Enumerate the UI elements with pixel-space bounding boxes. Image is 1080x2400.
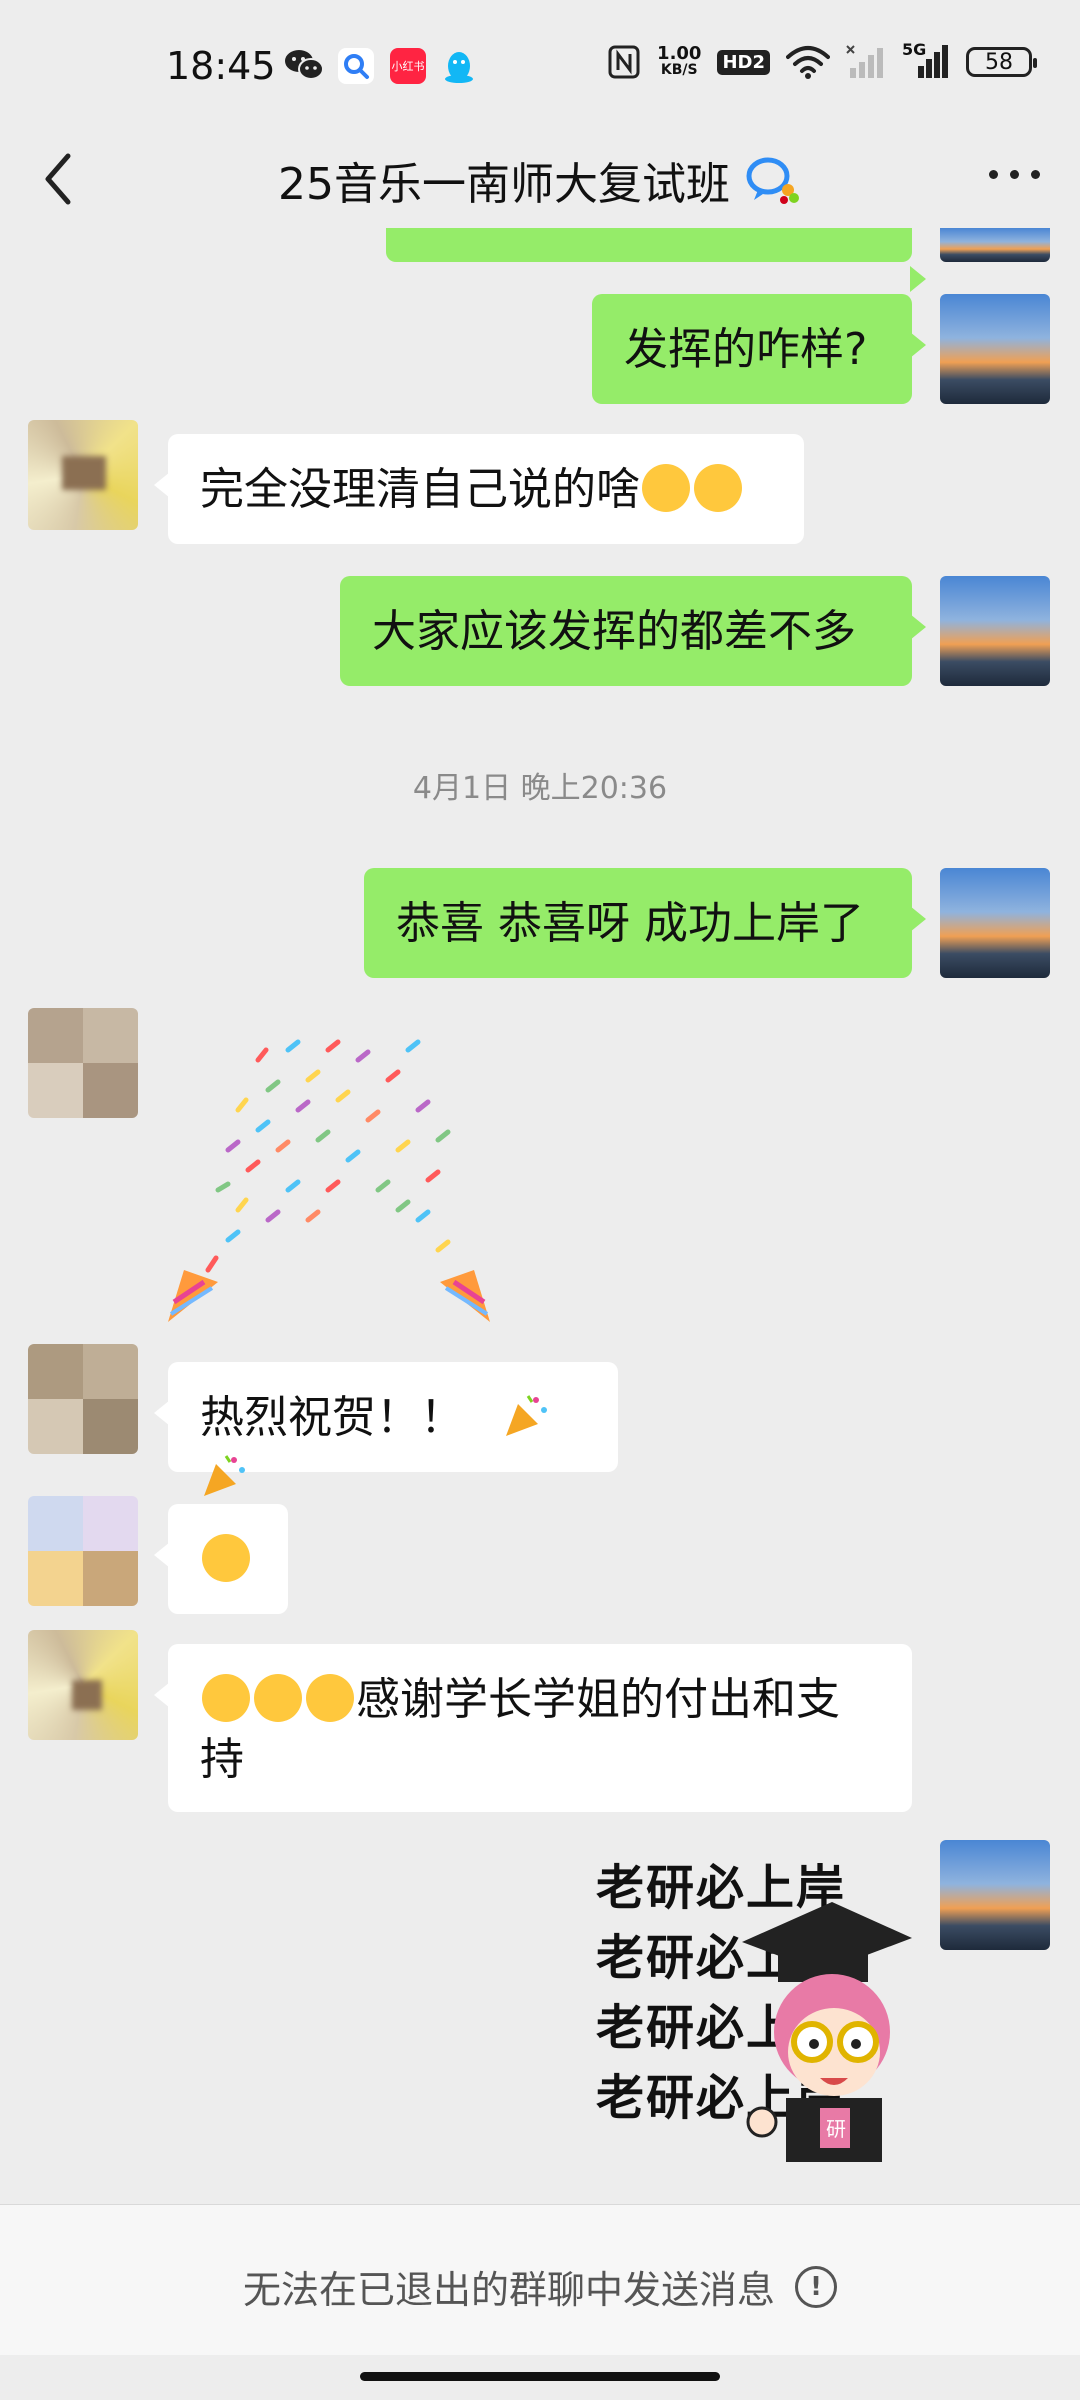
thinking-emoji-icon [202, 1534, 250, 1582]
xiaohongshu-icon: 小红书 [390, 48, 426, 84]
message-bubble[interactable]: 大家应该发挥的都差不多 [340, 576, 926, 686]
self-avatar[interactable] [940, 1840, 1050, 1950]
sticker-badge-text: 研 [826, 2117, 846, 2141]
message-bubble[interactable]: 热烈祝贺！！ [154, 1362, 618, 1496]
graduate-character-icon: 研 [742, 1902, 912, 2162]
hd-badge: HD2 [717, 49, 770, 75]
more-options-icon[interactable] [989, 170, 1040, 179]
confetti-party-sticker[interactable] [168, 1020, 498, 1340]
crying-laugh-emoji-icon [642, 464, 690, 512]
qq-icon [445, 52, 473, 83]
crying-laugh-emoji-icon [694, 464, 742, 512]
member-avatar[interactable] [28, 1008, 138, 1118]
chat-title: 25音乐一南师大复试班 [0, 148, 1080, 212]
net-speed-unit: KB/S [660, 62, 698, 78]
home-indicator[interactable] [360, 2372, 720, 2381]
grinning-emoji-icon [254, 1674, 302, 1722]
notice-text: 无法在已退出的群聊中发送消息 [242, 2268, 775, 2312]
party-cone-left [168, 1270, 218, 1322]
battery-icon: 58 [966, 47, 1037, 77]
wifi-icon [786, 46, 830, 79]
more-dot [1031, 170, 1040, 179]
member-avatar[interactable] [28, 1344, 138, 1454]
member-avatar[interactable] [28, 1630, 138, 1740]
self-avatar[interactable] [940, 868, 1050, 978]
message-bubble[interactable] [154, 1504, 288, 1614]
member-avatar[interactable] [28, 1496, 138, 1606]
message-bubble[interactable]: 感谢学长学姐的付出和支持 [154, 1644, 912, 1812]
more-dot [1010, 170, 1019, 179]
input-bar-disabled: 无法在已退出的群聊中发送消息 ! [0, 2204, 1080, 2355]
status-icons: 1.00 KB/S HD2 5G 58 [607, 40, 1037, 80]
info-icon[interactable]: ! [795, 2265, 837, 2308]
battery-level: 58 [985, 49, 1013, 75]
chat-timestamp: 4月1日 晚上20:36 [412, 771, 668, 806]
signal-5g: 5G [902, 40, 950, 80]
signal-empty-icon [846, 45, 883, 78]
self-avatar[interactable] [940, 228, 1050, 262]
party-cone-right [440, 1270, 490, 1322]
group-chat-badge-icon [746, 157, 799, 204]
wechat-icon [285, 50, 324, 80]
chat-header: 25音乐一南师大复试班 [0, 130, 1080, 230]
message-text: 完全没理清自己说的啥 [200, 464, 640, 515]
more-dot [989, 170, 998, 179]
chat-title-text: 25音乐一南师大复试班 [278, 159, 730, 210]
graduation-sticker[interactable]: 老研必上岸 老研必上岸 老研必上岸 老研必上岸 研 [590, 1842, 912, 2162]
message-text: 热烈祝贺！！ [200, 1392, 464, 1443]
message-text: 恭喜 恭喜呀 成功上岸了 [396, 898, 864, 949]
grinning-emoji-icon [202, 1674, 250, 1722]
status-bar: 18:45 小红书 1.00 KB/S HD2 5G 58 [0, 0, 1080, 130]
message-bubble-partial[interactable] [386, 228, 926, 292]
nfc-icon [608, 45, 640, 79]
grinning-emoji-icon [306, 1674, 354, 1722]
party-popper-icon [204, 1455, 245, 1496]
avatar-blur-block [72, 1680, 102, 1710]
message-bubble[interactable]: 发挥的咋样? [592, 294, 926, 404]
self-avatar[interactable] [940, 294, 1050, 404]
exited-group-notice: 无法在已退出的群聊中发送消息 ! [0, 2259, 1080, 2314]
message-bubble[interactable]: 恭喜 恭喜呀 成功上岸了 [364, 868, 926, 978]
message-text: 发挥的咋样? [624, 324, 868, 375]
search-app-icon [338, 48, 374, 84]
signal-icon [918, 45, 948, 78]
message-bubble[interactable]: 完全没理清自己说的啥 [154, 434, 804, 544]
avatar-blur-block [62, 456, 106, 490]
xiaohongshu-label: 小红书 [391, 60, 425, 73]
member-avatar[interactable] [28, 420, 138, 530]
net-speed: 1.00 KB/S [657, 45, 701, 79]
message-text: 大家应该发挥的都差不多 [372, 606, 856, 657]
clock: 18:45 [166, 44, 276, 88]
net-speed-value: 1.00 [657, 43, 702, 64]
self-avatar[interactable] [940, 576, 1050, 686]
party-popper-icon [506, 1395, 547, 1436]
